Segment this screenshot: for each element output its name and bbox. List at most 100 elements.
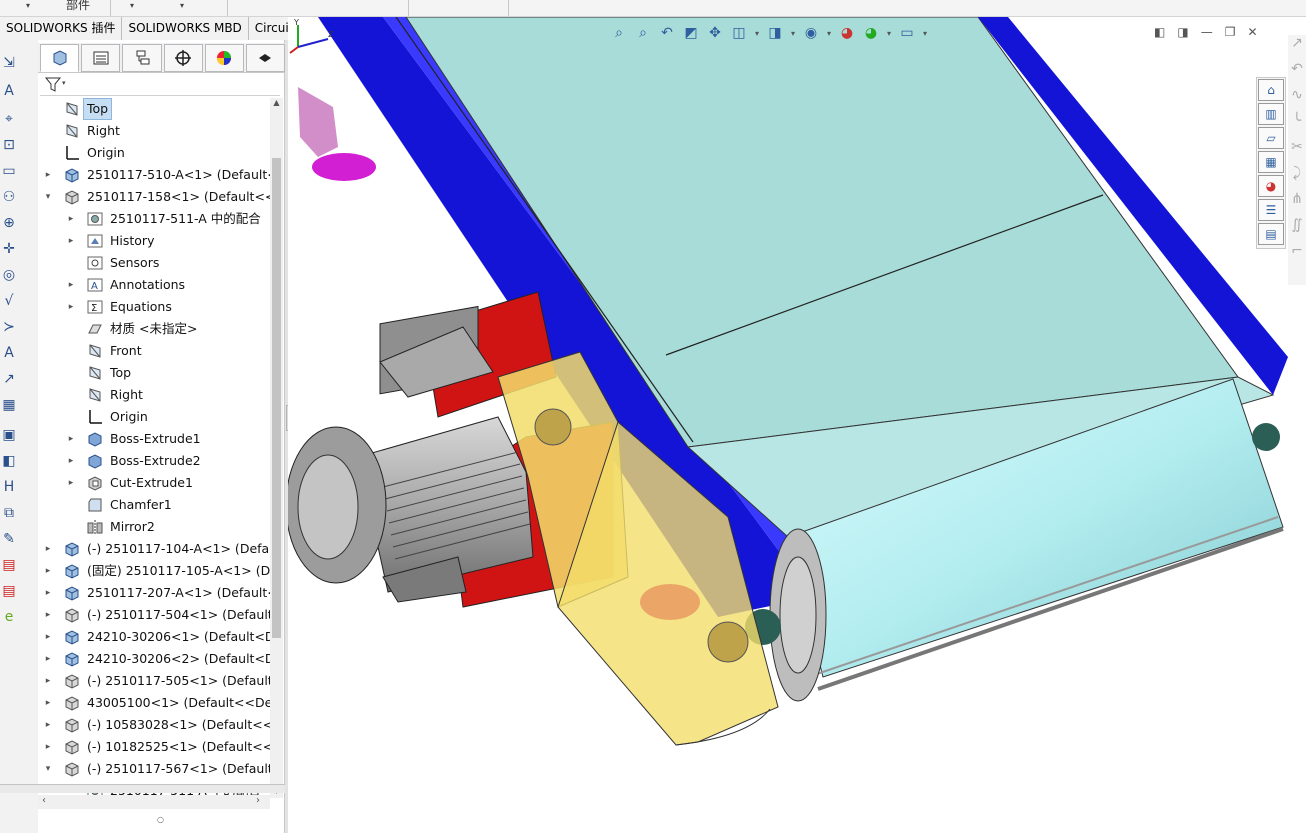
expand-arrow-icon[interactable]: ▸ [42,538,54,560]
expand-arrow-open-icon[interactable]: ▾ [42,758,54,780]
dynamic-annotation-icon[interactable]: ✥ [704,22,726,44]
section-view-icon[interactable]: ◩ [680,22,702,44]
graphics-area[interactable]: Y Z ⌕ ⌕ ↶ ◩ ✥ ◫ ▾ ◨ ▾ ◉ ▾ ◕ ◕ ▾ ▭ ▾ ◧ ◨ … [288,17,1306,833]
display-style-icon[interactable]: ◨ [764,22,786,44]
view-palette-icon[interactable]: ▦ [1258,151,1284,173]
tree-item[interactable]: ▸ (-) 2510117-505<1> (Default<< [38,670,270,692]
tab-solidworks-mbd[interactable]: SOLIDWORKS MBD [122,17,249,40]
sketch-relation-icon[interactable]: ⌐ [1288,243,1306,269]
chevron-down-icon[interactable]: ▾ [824,22,834,44]
zoom-to-area-icon[interactable]: ⌕ [632,22,654,44]
tree-item[interactable]: Front [38,340,270,362]
expand-arrow-icon[interactable]: ▸ [65,230,77,252]
property-manager-tab[interactable] [81,44,121,72]
dropdown-arrow-icon[interactable]: ▾ [130,1,134,10]
tree-item[interactable]: ▸ Cut-Extrude1 [38,472,270,494]
close-icon[interactable]: ✕ [1247,25,1257,39]
dropdown-arrow-icon[interactable]: ▾ [180,1,184,10]
tree-item[interactable]: ▾ 2510117-158<1> (Default<<De [38,186,270,208]
arrow-icon[interactable]: ↗ [0,368,18,390]
tree-item[interactable]: Right [38,384,270,406]
tree-item[interactable]: Chamfer1 [38,494,270,516]
tree-item[interactable]: ▸ 24210-30206<1> (Default<Defa [38,626,270,648]
tab-solidworks-addins[interactable]: SOLIDWORKS 插件 [0,17,123,40]
view-settings-icon[interactable]: ▭ [896,22,918,44]
tree-item[interactable]: Mirror2 [38,516,270,538]
expand-arrow-icon[interactable]: ▸ [42,736,54,758]
sketch-offset-icon[interactable]: ⤸ [1288,165,1306,191]
sketch-trim-icon[interactable]: ✂ [1288,139,1306,165]
minimize-icon[interactable]: — [1201,25,1213,39]
expand-arrow-icon[interactable]: ▸ [42,626,54,648]
tree-item[interactable]: ▸ (固定) 2510117-105-A<1> (Defa [38,560,270,582]
home-icon[interactable]: ⌂ [1258,79,1284,101]
edrawings-icon[interactable]: e [0,606,18,628]
expand-arrow-icon[interactable]: ▸ [42,692,54,714]
display-manager-tab[interactable] [204,44,244,72]
tree-item[interactable]: ▸ History [38,230,270,252]
custom-properties-icon[interactable]: ☰ [1258,199,1284,221]
note-icon[interactable]: A [0,80,18,102]
forum-icon[interactable]: ▤ [1258,223,1284,245]
tree-item[interactable]: ▸ (-) 10583028<1> (Default<<De [38,714,270,736]
weld-symbol-icon[interactable]: ⚇ [0,186,18,208]
restore-doc-icon[interactable]: ◧ [1154,25,1165,39]
scroll-right-icon[interactable]: › [256,795,260,806]
apply-scene-icon[interactable]: ◕ [860,22,882,44]
3d-view-icon[interactable]: ▣ [0,424,18,446]
scroll-left-icon[interactable]: ‹ [42,795,46,806]
wizard-icon[interactable]: ✎ [0,528,18,550]
smart-dimension-icon[interactable]: ⇲ [0,52,18,74]
hole-callout-icon[interactable]: ⊕ [0,212,18,234]
tree-item[interactable]: ▸ (-) 10182525<1> (Default<<De [38,736,270,758]
measure-icon[interactable]: ≻ [0,316,18,338]
design-library-icon[interactable]: ▥ [1258,103,1284,125]
scroll-up-icon[interactable]: ▲ [270,98,283,110]
expand-arrow-icon[interactable]: ▸ [42,560,54,582]
tree-item[interactable]: ▸ (-) 2510117-504<1> (Default<< [38,604,270,626]
maximize-icon[interactable]: ❐ [1225,25,1236,39]
expand-arrow-icon[interactable]: ▸ [65,296,77,318]
pdf-export-icon[interactable]: ▤ [0,554,18,576]
tree-item[interactable]: ▸ Σ Equations [38,296,270,318]
tree-item[interactable]: Top [38,98,270,120]
tree-item[interactable]: Right [38,120,270,142]
sketch-pattern-icon[interactable]: ∬ [1288,217,1306,243]
chevron-down-icon[interactable]: ▾ [788,22,798,44]
configuration-manager-tab[interactable] [122,44,162,72]
cam-tab[interactable] [245,44,286,72]
expand-arrow-icon[interactable]: ▸ [42,714,54,736]
table-icon[interactable]: ▦ [0,394,18,416]
tree-item[interactable]: Origin [38,406,270,428]
hide-show-icon[interactable]: ◉ [800,22,822,44]
tree-item[interactable]: 材质 <未指定> [38,318,270,340]
check-icon[interactable]: √ [0,290,18,312]
section-icon[interactable]: ◧ [0,450,18,472]
sketch-arc-icon[interactable]: ↶ [1288,61,1306,87]
scroll-thumb[interactable] [272,158,281,638]
view-orientation-icon[interactable]: ◫ [728,22,750,44]
expand-arrow-icon[interactable]: ▸ [65,450,77,472]
sketch-mirror-icon[interactable]: ⋔ [1288,191,1306,217]
tree-item[interactable]: Origin [38,142,270,164]
tree-item[interactable]: ▸ A Annotations [38,274,270,296]
tree-item[interactable]: ▸ 43005100<1> (Default<<Defau [38,692,270,714]
tree-item[interactable]: ▸ Boss-Extrude1 [38,428,270,450]
expand-arrow-icon[interactable]: ▸ [42,164,54,186]
chevron-down-icon[interactable]: ▾ [752,22,762,44]
tree-item[interactable]: Sensors [38,252,270,274]
tree-item[interactable]: ▸ 2510117-511-A 中的配合 [38,208,270,230]
tolerance-icon[interactable]: ▭ [0,160,18,182]
sketch-spline-icon[interactable]: ∿ [1288,87,1306,113]
panel-expand-icon[interactable]: ○ [157,815,164,824]
tree-item[interactable]: ▸ Boss-Extrude2 [38,450,270,472]
filter-icon[interactable] [44,75,64,95]
expand-arrow-icon[interactable]: ▸ [42,670,54,692]
edit-appearance-icon[interactable]: ◕ [836,22,858,44]
surface-finish-icon[interactable]: ◎ [0,264,18,286]
tree-item[interactable]: ▸ 2510117-510-A<1> (Default<De [38,164,270,186]
file-explorer-icon[interactable]: ▱ [1258,127,1284,149]
tree-item[interactable]: ▾ (-) 2510117-567<1> (Default<< [38,758,270,780]
feature-tree-tab[interactable] [40,44,80,72]
expand-arrow-icon[interactable]: ▸ [42,604,54,626]
